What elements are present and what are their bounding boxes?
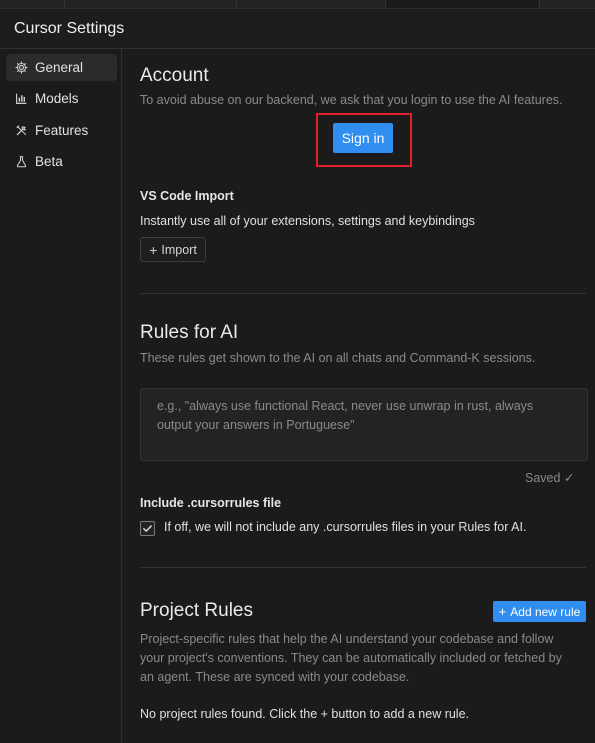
vscode-import-description: Instantly use all of your extensions, se… [140,214,475,228]
cursorrules-checkbox[interactable] [140,521,155,536]
rules-for-ai-description: These rules get shown to the AI on all c… [140,351,536,365]
import-button[interactable]: + Import [140,237,206,262]
cursorrules-heading: Include .cursorrules file [140,496,282,510]
account-description: To avoid abuse on our backend, we ask th… [140,93,563,107]
settings-content: Account To avoid abuse on our backend, w… [122,49,595,743]
settings-sidebar: General Models Features Beta [0,49,122,743]
sidebar-item-features[interactable]: Features [6,117,117,144]
rules-for-ai-heading: Rules for AI [140,322,239,343]
sidebar-item-label: General [35,60,84,75]
editor-tab[interactable] [237,0,386,8]
plus-icon: + [498,604,507,619]
editor-tab[interactable] [0,0,65,8]
sidebar-item-general[interactable]: General [6,54,117,81]
settings-window: Cursor Settings General Models Features … [0,0,595,743]
sign-in-button[interactable]: Sign in [333,123,393,153]
gear-icon [14,61,28,75]
project-rules-description-line-3: an agent. These are synced with your cod… [140,670,410,684]
sidebar-item-beta[interactable]: Beta [6,148,117,175]
project-rules-heading: Project Rules [140,600,253,621]
sidebar-item-label: Models [35,91,79,106]
vscode-import-heading: VS Code Import [140,189,234,203]
sidebar-item-label: Beta [35,154,63,169]
plus-icon: + [149,241,158,258]
project-rules-description-line-1: Project-specific rules that help the AI … [140,632,554,646]
checkmark-icon [143,525,152,532]
editor-tab-active[interactable] [386,0,540,8]
sidebar-item-models[interactable]: Models [6,85,117,112]
page-title: Cursor Settings [14,20,125,37]
cursorrules-checkbox-label: If off, we will not include any .cursorr… [164,520,527,534]
editor-tab[interactable] [65,0,237,8]
tools-icon [14,124,28,138]
import-button-label: Import [161,242,197,257]
flask-icon [14,155,28,169]
add-new-rule-button[interactable]: + Add new rule [493,601,586,622]
saved-status: Saved ✓ [525,471,575,485]
rules-for-ai-input[interactable] [140,388,588,461]
project-rules-description-line-2: your project's conventions. They can be … [140,651,562,665]
editor-tab[interactable] [540,0,595,8]
section-divider [140,567,586,568]
project-rules-empty-message: No project rules found. Click the + butt… [140,707,470,721]
account-heading: Account [140,65,209,86]
section-divider [140,293,586,294]
bar-chart-icon [14,92,28,106]
sidebar-item-label: Features [35,123,89,138]
editor-tab-strip [0,0,595,9]
add-new-rule-label: Add new rule [510,604,581,619]
title-bar: Cursor Settings [0,9,595,49]
